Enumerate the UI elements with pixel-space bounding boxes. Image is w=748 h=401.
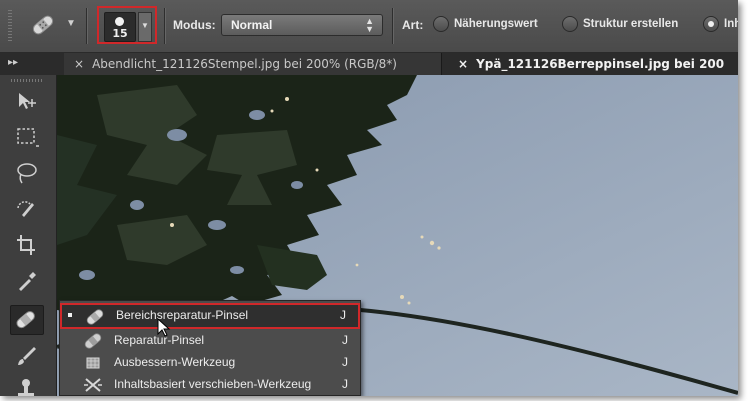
flyout-item-spot-healing-brush[interactable]: Bereichsreparatur-Pinsel J — [60, 303, 360, 329]
flyout-item-label: Ausbessern-Werkzeug — [114, 355, 236, 369]
spot-healing-brush-tool-icon[interactable] — [10, 305, 44, 335]
spot-healing-brush-icon — [84, 307, 106, 327]
separator — [86, 8, 88, 44]
tool-flyout-menu: Bereichsreparatur-Pinsel J Reparatur-Pin… — [59, 300, 361, 396]
lasso-tool-icon[interactable] — [10, 159, 42, 187]
tools-panel-grip[interactable] — [11, 79, 43, 82]
collapse-panels-icon[interactable]: ▸▸ — [8, 57, 18, 68]
close-icon[interactable]: × — [74, 57, 84, 71]
flyout-item-shortcut: J — [340, 308, 346, 322]
tab-berreppinsel[interactable]: × Ypä_121126Berreppinsel.jpg bei 200 — [446, 53, 738, 75]
clone-stamp-tool-icon[interactable] — [10, 375, 42, 396]
separator — [164, 8, 166, 44]
options-bar-grip[interactable] — [8, 10, 12, 42]
flyout-item-healing-brush[interactable]: Reparatur-Pinsel J — [60, 329, 360, 351]
tools-panel — [0, 75, 57, 396]
flyout-item-shortcut: J — [342, 333, 348, 347]
flyout-item-shortcut: J — [342, 355, 348, 369]
preset-dropdown-icon[interactable]: ▼ — [66, 18, 76, 29]
close-icon[interactable]: × — [458, 57, 468, 71]
radio-label-proximity-match: Näherungswert — [454, 18, 538, 30]
tab-title: Ypä_121126Berreppinsel.jpg bei 200 — [476, 57, 725, 71]
eyedropper-tool-icon[interactable] — [10, 267, 42, 295]
mode-select-value: Normal — [231, 18, 273, 32]
move-tool-icon[interactable] — [10, 87, 42, 115]
healing-brush-icon — [82, 331, 104, 351]
radio-label-content-aware: Inh — [724, 18, 738, 30]
brush-preset-picker[interactable]: 15 — [104, 12, 136, 42]
document-tab-bar: ▸▸ × Abendlicht_121126Stempel.jpg bei 200… — [0, 53, 738, 75]
flyout-item-patch-tool[interactable]: Ausbessern-Werkzeug J — [60, 351, 360, 373]
radio-proximity-match[interactable] — [433, 16, 449, 32]
brush-tip-icon — [115, 17, 124, 26]
select-arrows-icon: ▲ ▼ — [365, 16, 374, 34]
marquee-tool-icon[interactable] — [10, 123, 42, 151]
brush-size-value: 15 — [112, 27, 128, 40]
brush-picker-highlight: 15 ▼ — [97, 6, 157, 44]
flyout-item-shortcut: J — [342, 377, 348, 391]
flyout-item-label: Inhaltsbasiert verschieben-Werkzeug — [114, 377, 312, 391]
tab-abendlicht-stempel[interactable]: × Abendlicht_121126Stempel.jpg bei 200% (… — [64, 53, 442, 75]
options-bar: ▼ 15 ▼ Modus: Normal ▲ ▼ Art: Näherungswe… — [0, 0, 738, 53]
mouse-pointer-icon — [156, 317, 172, 338]
radio-create-texture[interactable] — [562, 16, 578, 32]
tool-preset-picker[interactable] — [26, 10, 60, 40]
mode-label: Modus: — [173, 18, 216, 32]
radio-content-aware[interactable] — [703, 16, 719, 32]
radio-label-create-texture: Struktur erstellen — [583, 18, 679, 30]
tab-title: Abendlicht_121126Stempel.jpg bei 200% (R… — [92, 57, 397, 71]
quick-selection-tool-icon[interactable] — [10, 195, 42, 223]
flyout-item-content-aware-move[interactable]: Inhaltsbasiert verschieben-Werkzeug J — [60, 373, 360, 395]
brush-dropdown-button[interactable]: ▼ — [138, 12, 152, 42]
separator — [392, 8, 394, 44]
content-aware-move-icon — [82, 375, 104, 395]
patch-tool-icon — [82, 353, 104, 373]
mode-select[interactable]: Normal ▲ ▼ — [221, 14, 383, 36]
type-label: Art: — [402, 18, 424, 32]
crop-tool-icon[interactable] — [10, 231, 42, 259]
brush-tool-icon[interactable] — [10, 341, 42, 369]
flyout-item-label: Bereichsreparatur-Pinsel — [116, 308, 249, 322]
photoshop-window: ▼ 15 ▼ Modus: Normal ▲ ▼ Art: Näherungswe… — [0, 0, 738, 396]
spot-healing-brush-icon — [32, 15, 54, 35]
selected-bullet-icon — [68, 313, 72, 317]
